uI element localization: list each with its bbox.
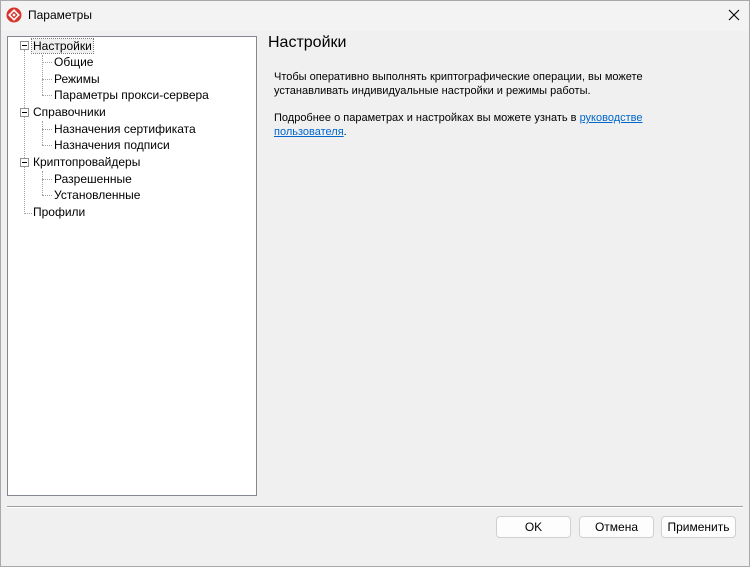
apply-button[interactable]: Применить [661, 516, 736, 538]
tree-item-spravochniki[interactable]: Справочники [32, 104, 107, 120]
tree-connector-h [42, 129, 52, 131]
tree-connector-nastroiki [42, 55, 44, 95]
collapse-icon[interactable] [20, 108, 29, 117]
settings-window: Параметры Настройки Общие Режимы Парамет… [0, 0, 750, 567]
tree-item-nastroiki[interactable]: Настройки [31, 38, 94, 54]
close-button[interactable] [719, 1, 749, 29]
settings-tree[interactable]: Настройки Общие Режимы Параметры прокси-… [7, 36, 257, 496]
tree-item-kriptoprovaidery[interactable]: Криптопровайдеры [32, 154, 141, 170]
tree-item-obshchie[interactable]: Общие [53, 54, 94, 70]
tree-item-cert-purposes[interactable]: Назначения сертификата [53, 121, 197, 137]
tree-item-label: Установленные [54, 188, 141, 202]
close-icon [728, 9, 740, 21]
help-text-end: . [343, 126, 347, 138]
cryptopro-logo-icon [6, 7, 22, 23]
tree-item-label: Криптопровайдеры [33, 155, 141, 169]
tree-item-label: Разрешенные [54, 172, 132, 186]
footer-separator [7, 506, 743, 508]
tree-connector-h [42, 179, 52, 181]
collapse-icon[interactable] [20, 41, 29, 50]
help-paragraph: Подробнее о параметрах и настройках вы м… [274, 111, 704, 139]
collapse-icon[interactable] [20, 158, 29, 167]
tree-connector-h [42, 95, 52, 97]
tree-connector-h [42, 145, 52, 147]
user-guide-link-text[interactable]: руководстве [580, 112, 643, 124]
tree-item-proxy[interactable]: Параметры прокси-сервера [53, 87, 210, 103]
tree-item-label: Режимы [54, 72, 100, 86]
tree-item-razreshennye[interactable]: Разрешенные [53, 171, 133, 187]
tree-item-label: Справочники [33, 105, 106, 119]
title-bar: Параметры [1, 1, 749, 31]
tree-item-sign-purposes[interactable]: Назначения подписи [53, 137, 171, 153]
help-text: Подробнее о параметрах и настройках вы м… [274, 112, 580, 124]
tree-item-label: Назначения сертификата [54, 122, 196, 136]
ok-button[interactable]: OK [496, 516, 571, 538]
cancel-button[interactable]: Отмена [579, 516, 654, 538]
tree-item-label: Общие [54, 55, 94, 69]
tree-item-rezhimy[interactable]: Режимы [53, 71, 101, 87]
tree-connector-h [24, 213, 32, 215]
window-title: Параметры [28, 8, 92, 22]
user-guide-link-text[interactable]: пользователя [274, 126, 344, 138]
tree-connector-kriptoprovaidery [42, 171, 44, 195]
tree-item-profili[interactable]: Профили [32, 204, 86, 220]
description-paragraph: Чтобы оперативно выполнять криптографиче… [274, 71, 643, 97]
tree-connector-h [42, 62, 52, 64]
tree-connector-spravochniki [42, 121, 44, 145]
tree-item-label: Назначения подписи [54, 138, 170, 152]
tree-connector-root [24, 50, 26, 214]
tree-connector-h [42, 195, 52, 197]
tree-item-label: Профили [33, 205, 86, 219]
tree-connector-h [42, 79, 52, 81]
tree-item-label: Настройки [31, 38, 94, 54]
page-title: Настройки [268, 34, 347, 51]
tree-item-label: Параметры прокси-сервера [54, 88, 209, 102]
tree-item-ustanovlennye[interactable]: Установленные [53, 187, 141, 203]
